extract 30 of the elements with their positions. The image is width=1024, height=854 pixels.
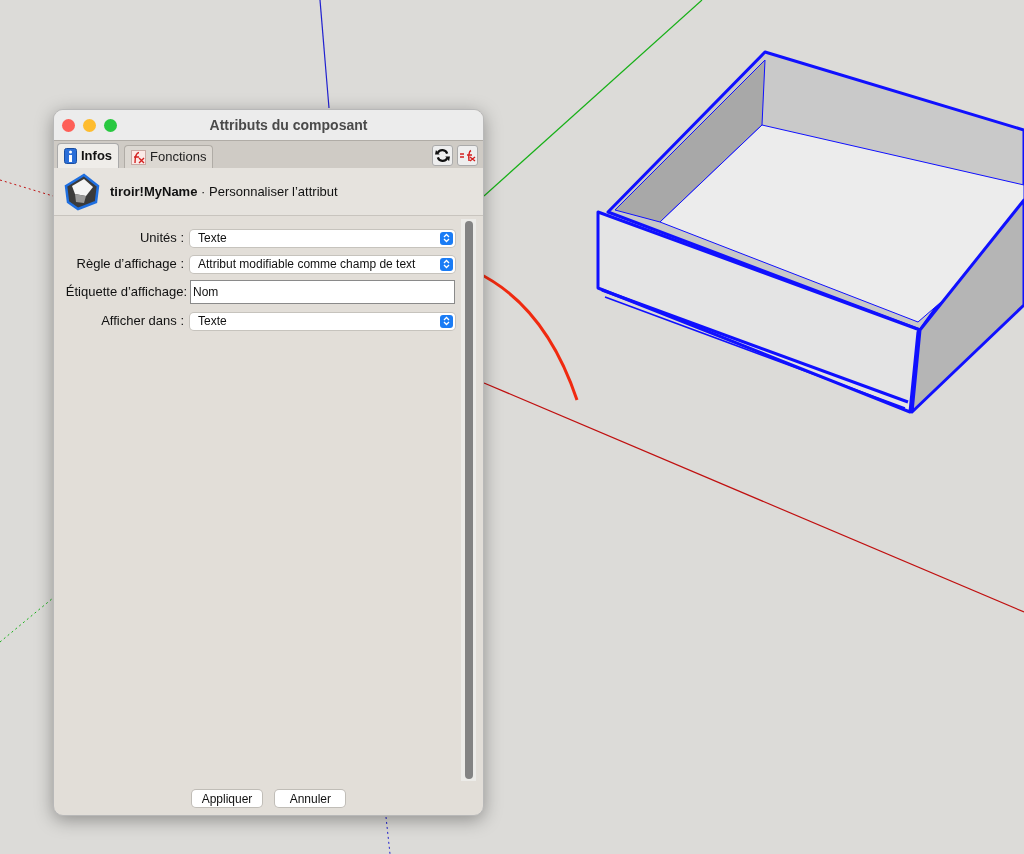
window-title: Attributs du composant <box>208 115 369 135</box>
dropdown[interactable]: Texte <box>190 229 455 247</box>
refresh-icon <box>435 148 450 163</box>
dropdown[interactable]: Texte <box>190 312 455 330</box>
close-button[interactable] <box>62 118 75 132</box>
formula-button[interactable] <box>457 145 478 166</box>
stepper-icon <box>440 257 453 271</box>
function-icon <box>131 149 147 165</box>
zoom-button[interactable] <box>104 118 117 132</box>
dialog-button[interactable]: Annuler <box>275 790 346 807</box>
field-label: Afficher dans : <box>100 311 184 330</box>
field-label: Unités : <box>138 228 184 247</box>
field-label: Étiquette d’affichage: <box>64 283 187 302</box>
info-icon <box>64 148 77 164</box>
component-header-text: tiroir!MyName · Personnaliser l’attribut <box>110 182 338 201</box>
stepper-icon <box>440 314 453 328</box>
dialog-button[interactable]: Appliquer <box>191 790 263 807</box>
dotted-depth-axis-line <box>0 597 54 643</box>
stepper-icon <box>440 231 453 245</box>
dotted-width-axis-line <box>0 179 54 197</box>
input-field[interactable]: Nom <box>190 280 455 304</box>
tab[interactable]: Infos <box>57 143 120 168</box>
formula-icon <box>459 149 476 162</box>
field-label: Règle d’affichage : <box>75 254 184 273</box>
tab[interactable]: Fonctions <box>124 145 214 168</box>
dotted-vertical-axis-line <box>385 816 391 854</box>
refresh-button[interactable] <box>432 145 453 166</box>
dropdown[interactable]: Attribut modifiable comme champ de text <box>190 255 455 273</box>
scrollbar[interactable] <box>461 219 476 781</box>
component-cube-icon <box>62 171 102 212</box>
